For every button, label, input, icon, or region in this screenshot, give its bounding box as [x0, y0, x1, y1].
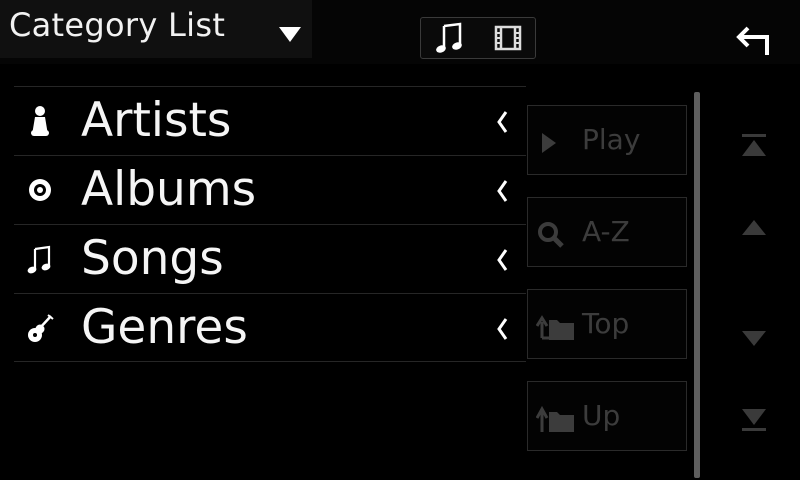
- album-icon: [24, 173, 56, 207]
- folder-top-icon: [536, 312, 576, 342]
- music-note-icon: [436, 22, 462, 53]
- triangle-down-icon[interactable]: [279, 27, 301, 42]
- scroll-top-button[interactable]: [738, 128, 770, 162]
- top-button[interactable]: Top: [527, 289, 687, 359]
- chevron-left-icon: [497, 111, 508, 133]
- a-z-button[interactable]: A-Z: [527, 197, 687, 267]
- top-label: Top: [582, 307, 630, 340]
- up-button[interactable]: Up: [527, 381, 687, 451]
- category-list: Artists Albums Songs Genres: [14, 86, 526, 362]
- page-top-icon: [742, 134, 766, 156]
- list-item-albums[interactable]: Albums: [14, 155, 526, 224]
- scroll-down-button[interactable]: [738, 322, 770, 356]
- list-item-artists[interactable]: Artists: [14, 86, 526, 155]
- list-item-label: Genres: [81, 300, 248, 355]
- play-label: Play: [582, 123, 641, 156]
- page-title: Category List: [9, 6, 226, 44]
- video-mode-button[interactable]: [479, 18, 537, 58]
- scroll-bottom-button[interactable]: [738, 403, 770, 437]
- play-icon: [536, 128, 576, 158]
- chevron-left-icon: [497, 318, 508, 340]
- back-arrow-icon: [736, 26, 769, 55]
- page-bottom-icon: [742, 409, 766, 431]
- search-icon: [536, 220, 576, 250]
- list-item-genres[interactable]: Genres: [14, 293, 526, 362]
- triangle-down-icon: [742, 331, 766, 346]
- film-icon: [494, 25, 522, 51]
- media-mode-switch: [420, 17, 536, 59]
- back-button[interactable]: [730, 18, 778, 62]
- folder-up-icon: [536, 404, 576, 434]
- guitar-icon: [24, 311, 56, 345]
- list-item-label: Albums: [81, 162, 257, 217]
- list-item-label: Songs: [81, 231, 224, 286]
- scroll-up-button[interactable]: [738, 210, 770, 244]
- play-button[interactable]: Play: [527, 105, 687, 175]
- triangle-up-icon: [742, 220, 766, 235]
- chevron-left-icon: [497, 180, 508, 202]
- list-item-songs[interactable]: Songs: [14, 224, 526, 293]
- artist-icon: [24, 104, 56, 138]
- up-label: Up: [582, 399, 621, 432]
- music-note-icon: [24, 242, 56, 276]
- music-mode-button[interactable]: [421, 18, 479, 58]
- chevron-left-icon: [497, 249, 508, 271]
- scrollbar[interactable]: [694, 92, 700, 478]
- a-z-label: A-Z: [582, 215, 630, 248]
- category-dropdown[interactable]: Category List: [0, 0, 312, 58]
- list-item-label: Artists: [81, 93, 232, 148]
